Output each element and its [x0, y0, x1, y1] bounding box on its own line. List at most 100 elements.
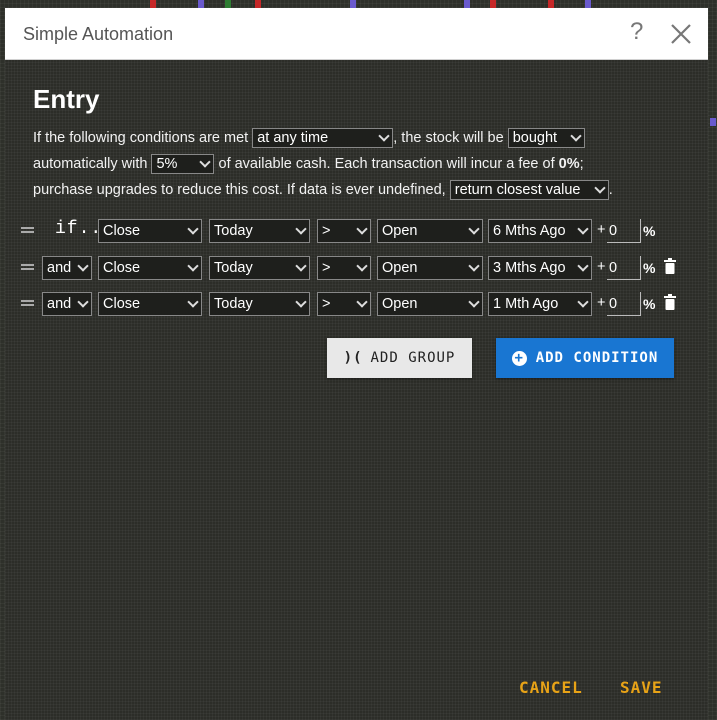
chart-candle — [198, 0, 204, 8]
chevron-down-icon — [77, 260, 89, 272]
operator-select-value: > — [322, 223, 331, 239]
percent-label: % — [643, 223, 656, 239]
save-button[interactable]: SAVE — [620, 678, 663, 697]
chevron-down-icon — [295, 296, 307, 308]
chart-candle — [710, 118, 716, 126]
field-select[interactable]: Close — [98, 256, 202, 280]
add-circle-icon: + — [511, 350, 527, 366]
section-heading-entry: Entry — [33, 84, 100, 114]
connector-select[interactable]: and — [42, 256, 92, 280]
chevron-down-icon — [356, 223, 368, 235]
plus-sign: + — [597, 222, 606, 238]
cancel-button[interactable]: CANCEL — [519, 678, 583, 697]
period-select[interactable]: Today — [209, 292, 310, 316]
period-select-value: Today — [214, 260, 253, 276]
plus-sign: + — [597, 295, 606, 311]
offset-input[interactable] — [607, 256, 641, 280]
field-select-value: Close — [103, 296, 141, 312]
compare-period-select-value: 3 Mths Ago — [493, 260, 566, 276]
sentence-text: automatically with — [33, 156, 148, 172]
chevron-down-icon — [199, 156, 212, 168]
amount-select[interactable]: 5% — [151, 154, 215, 175]
field-select[interactable]: Close — [98, 219, 202, 243]
field-select-value: Close — [103, 223, 141, 239]
sentence-text: ; — [579, 156, 584, 172]
operator-select-value: > — [322, 260, 331, 276]
chart-candle — [548, 0, 554, 8]
amount-select-value: 5% — [156, 156, 178, 173]
chevron-down-icon — [468, 223, 480, 235]
compare-field-select[interactable]: Open — [377, 219, 483, 243]
add-group-icon: )( — [343, 350, 363, 366]
compare-field-select[interactable]: Open — [377, 292, 483, 316]
offset-input[interactable] — [607, 219, 641, 243]
period-select[interactable]: Today — [209, 256, 310, 280]
undefined-select[interactable]: return closest value — [449, 180, 609, 201]
compare-period-select[interactable]: 1 Mth Ago — [488, 292, 592, 316]
chevron-down-icon — [378, 130, 390, 142]
action-select[interactable]: bought — [507, 128, 585, 149]
operator-select[interactable]: > — [317, 219, 371, 243]
trash-icon[interactable] — [664, 258, 676, 274]
sentence-text: , the stock will be — [393, 130, 504, 146]
plus-sign: + — [597, 259, 606, 275]
chevron-down-icon — [570, 130, 582, 142]
compare-period-select[interactable]: 6 Mths Ago — [488, 219, 592, 243]
close-icon[interactable] — [669, 22, 693, 46]
when-select-value: at any time — [257, 130, 329, 147]
field-select[interactable]: Close — [98, 292, 202, 316]
chevron-down-icon — [295, 260, 307, 272]
chart-candle — [464, 0, 470, 8]
chart-candle — [490, 0, 496, 8]
entry-sentence: If the following conditions are met at a… — [33, 125, 683, 203]
compare-field-select-value: Open — [382, 296, 418, 312]
compare-period-select-value: 6 Mths Ago — [493, 223, 566, 239]
period-select[interactable]: Today — [209, 219, 310, 243]
operator-select[interactable]: > — [317, 292, 371, 316]
when-select[interactable]: at any time — [252, 128, 394, 149]
drag-handle-icon[interactable] — [21, 264, 34, 272]
chevron-down-icon — [356, 296, 368, 308]
drag-handle-icon[interactable] — [21, 300, 34, 308]
compare-field-select-value: Open — [382, 260, 418, 276]
chevron-down-icon — [468, 296, 480, 308]
add-group-button[interactable]: )( ADD GROUP — [327, 338, 472, 378]
chevron-down-icon — [187, 223, 199, 235]
add-condition-label: ADD CONDITION — [535, 350, 659, 366]
dialog-titlebar: Simple Automation ? — [5, 8, 708, 60]
chart-candle — [350, 0, 356, 8]
trash-icon[interactable] — [664, 294, 676, 310]
chevron-down-icon — [187, 296, 199, 308]
compare-period-select-value: 1 Mth Ago — [493, 296, 559, 312]
compare-period-select[interactable]: 3 Mths Ago — [488, 256, 592, 280]
condition-row: and Close Today > Open 1 Mth Ago + % — [19, 292, 679, 316]
undefined-select-value: return closest value — [454, 182, 581, 199]
compare-field-select[interactable]: Open — [377, 256, 483, 280]
chevron-down-icon — [577, 260, 589, 272]
chevron-down-icon — [187, 260, 199, 272]
add-group-label: ADD GROUP — [370, 350, 456, 366]
operator-select[interactable]: > — [317, 256, 371, 280]
connector-select[interactable]: and — [42, 292, 92, 316]
add-condition-button[interactable]: + ADD CONDITION — [496, 338, 674, 378]
condition-row: if... Close Today > Open 6 Mths Ago + % — [19, 219, 679, 243]
sentence-text: If the following conditions are met — [33, 130, 249, 146]
sentence-text: . — [608, 182, 613, 198]
simple-automation-dialog: Simple Automation ? Entry If the followi… — [5, 8, 708, 720]
help-icon[interactable]: ? — [630, 20, 643, 44]
chevron-down-icon — [577, 296, 589, 308]
chart-candle — [585, 0, 591, 8]
percent-label: % — [643, 260, 656, 276]
offset-input[interactable] — [607, 292, 641, 316]
chevron-down-icon — [295, 223, 307, 235]
compare-field-select-value: Open — [382, 223, 418, 239]
drag-handle-icon[interactable] — [21, 227, 34, 235]
dialog-title: Simple Automation — [23, 24, 174, 44]
connector-select-value: and — [47, 296, 72, 312]
period-select-value: Today — [214, 296, 253, 312]
action-select-value: bought — [512, 130, 558, 147]
chevron-down-icon — [594, 182, 606, 194]
fee-value: 0% — [558, 156, 580, 172]
chevron-down-icon — [77, 296, 89, 308]
chevron-down-icon — [356, 260, 368, 272]
